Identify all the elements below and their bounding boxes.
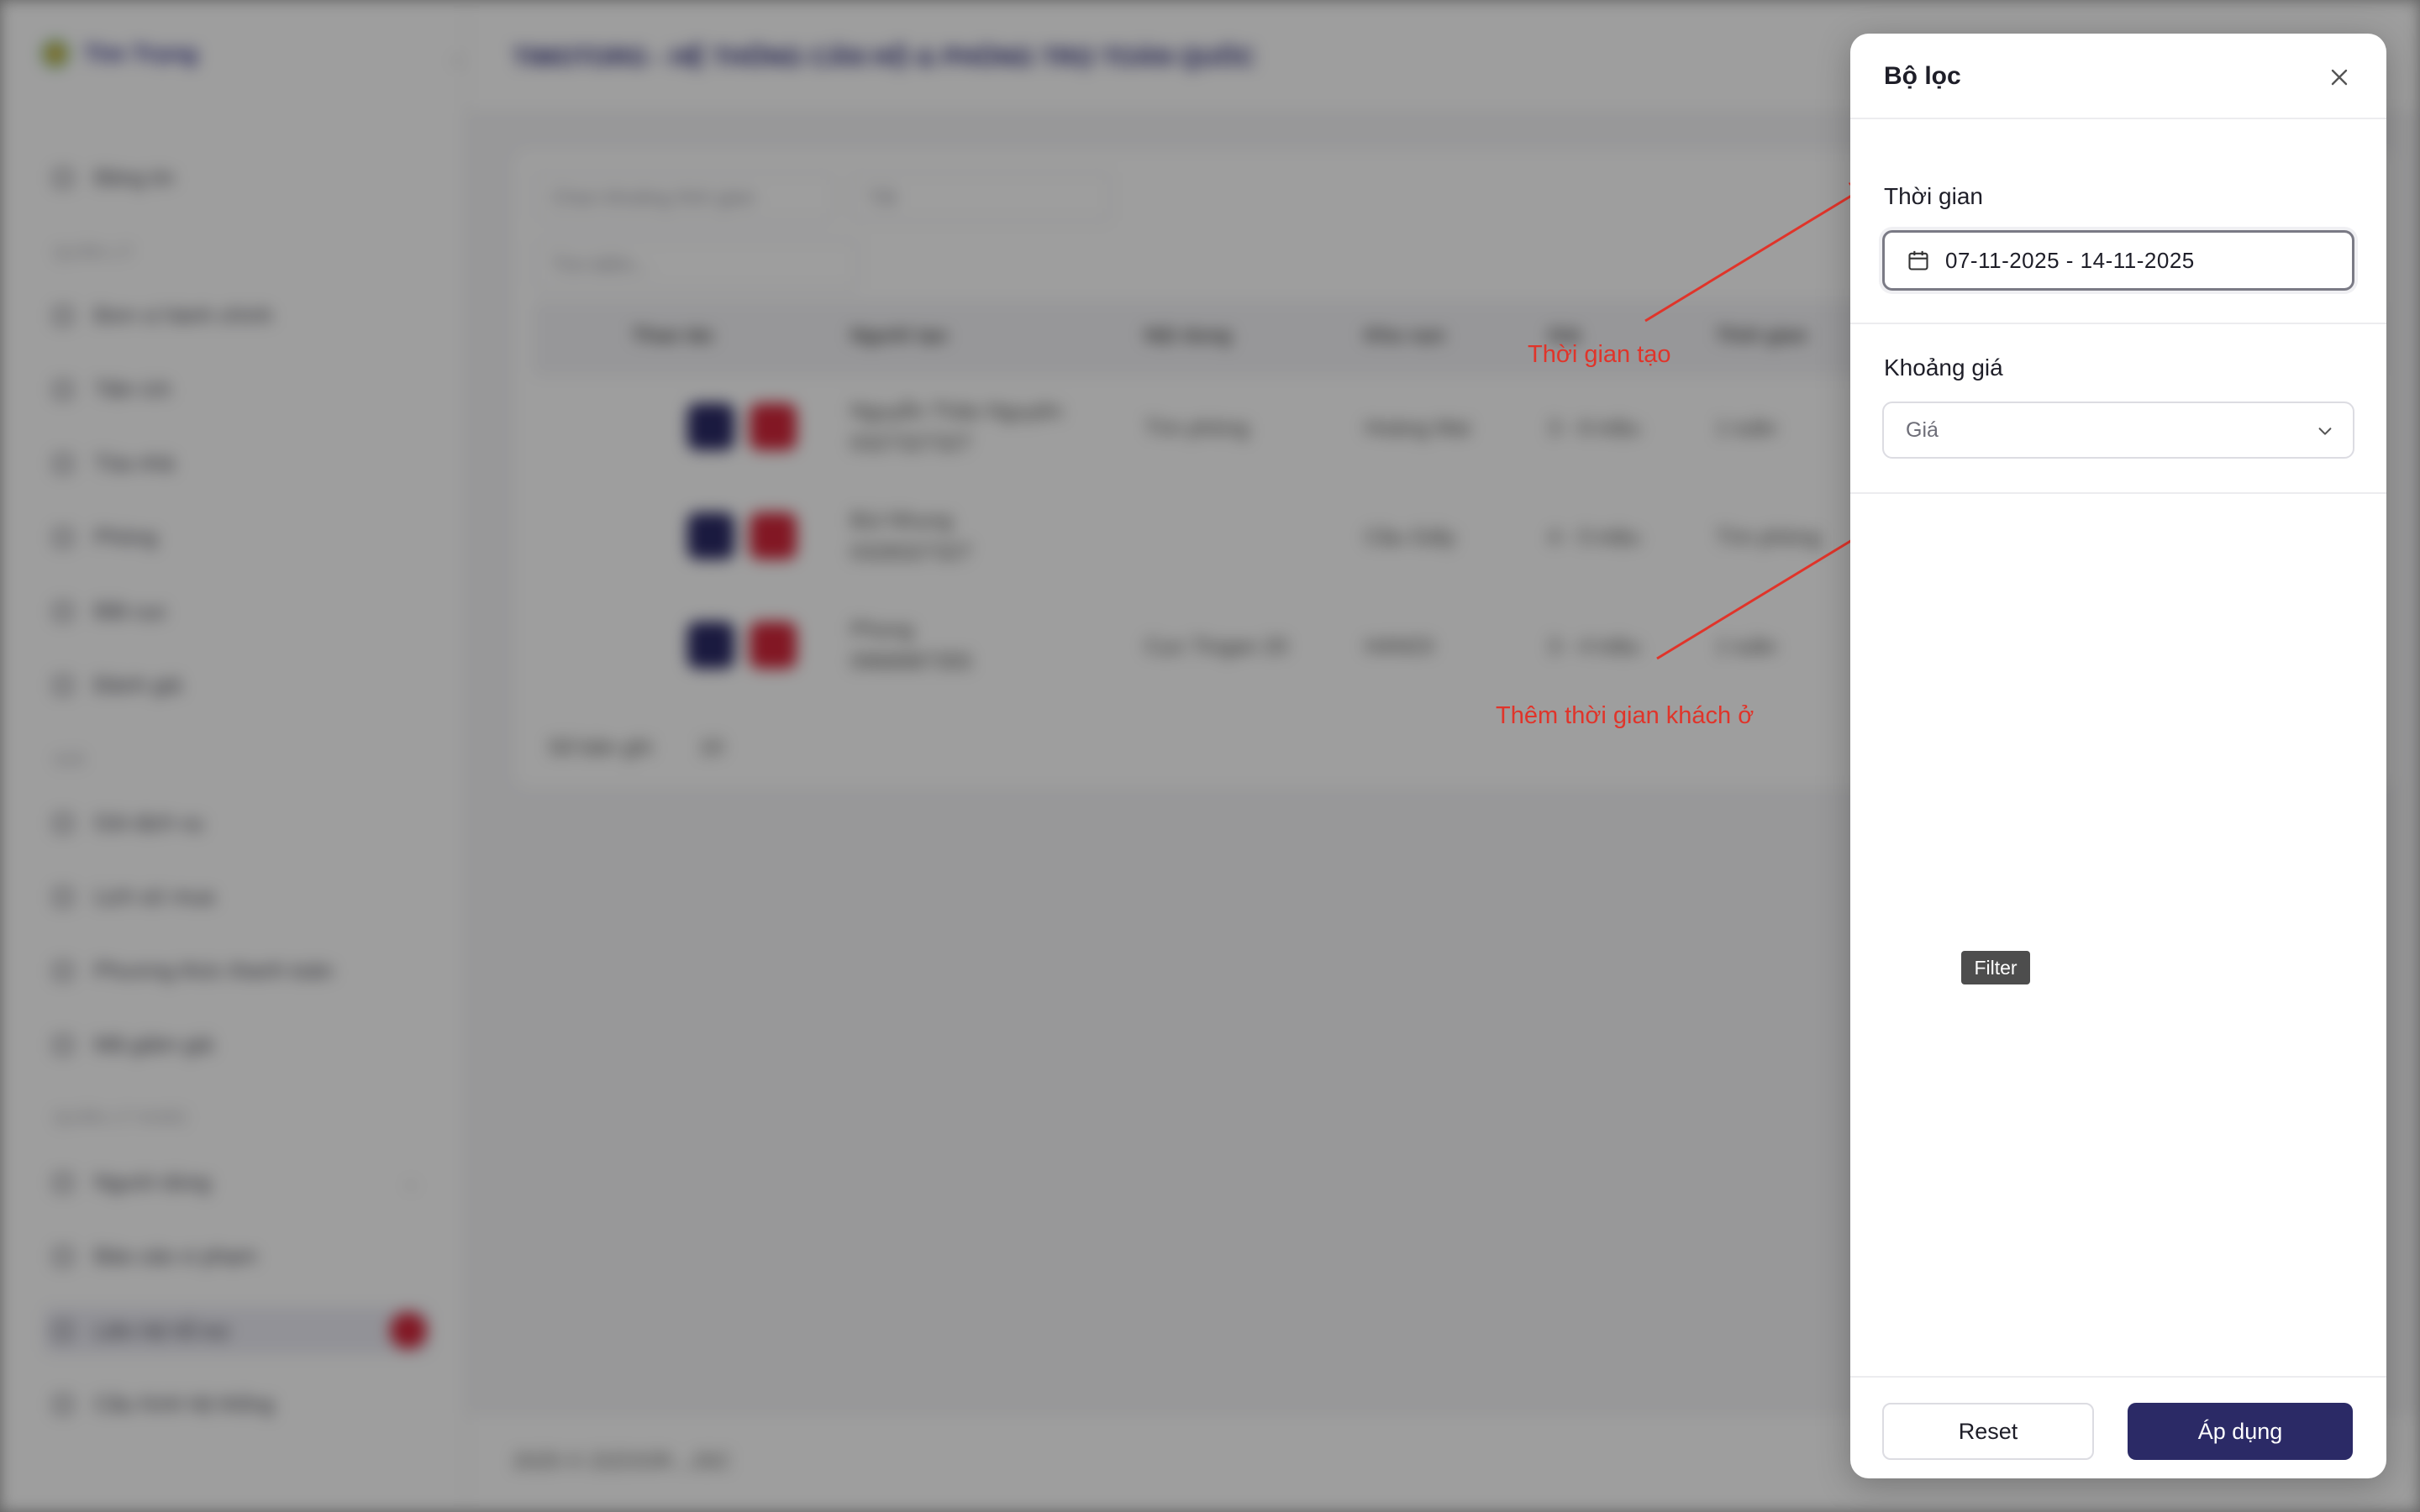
date-range-value: 07-11-2025 - 14-11-2025	[1945, 247, 2195, 273]
price-label: Khoảng giá	[1884, 354, 2003, 381]
close-button[interactable]	[2321, 59, 2358, 96]
annotation-note: Thời gian tạo	[1528, 341, 1671, 368]
calendar-icon	[1908, 250, 1928, 270]
time-label: Thời gian	[1884, 183, 1983, 209]
price-select[interactable]: Giá	[1882, 402, 2354, 459]
date-range-input[interactable]: 07-11-2025 - 14-11-2025	[1882, 230, 2354, 291]
filter-drawer: Bộ lọc Thời gian 07-11-2025 - 14-11-2025…	[1850, 34, 2386, 1478]
time-section: Thời gian 07-11-2025 - 14-11-2025	[1850, 119, 2386, 324]
close-icon	[2331, 69, 2348, 86]
annotation-note: Thêm thời gian khách ở	[1496, 702, 1754, 729]
filter-tooltip: Filter	[1961, 951, 2030, 984]
apply-button[interactable]: Áp dụng	[2128, 1403, 2353, 1460]
chevron-down-icon	[2318, 428, 2332, 435]
drawer-header: Bộ lọc	[1850, 34, 2386, 119]
price-section: Khoảng giá Giá	[1850, 324, 2386, 494]
drawer-footer: Reset Áp dụng	[1850, 1376, 2386, 1478]
drawer-title: Bộ lọc	[1884, 62, 1961, 90]
reset-button[interactable]: Reset	[1882, 1403, 2094, 1460]
price-select-value: Giá	[1906, 417, 1939, 442]
